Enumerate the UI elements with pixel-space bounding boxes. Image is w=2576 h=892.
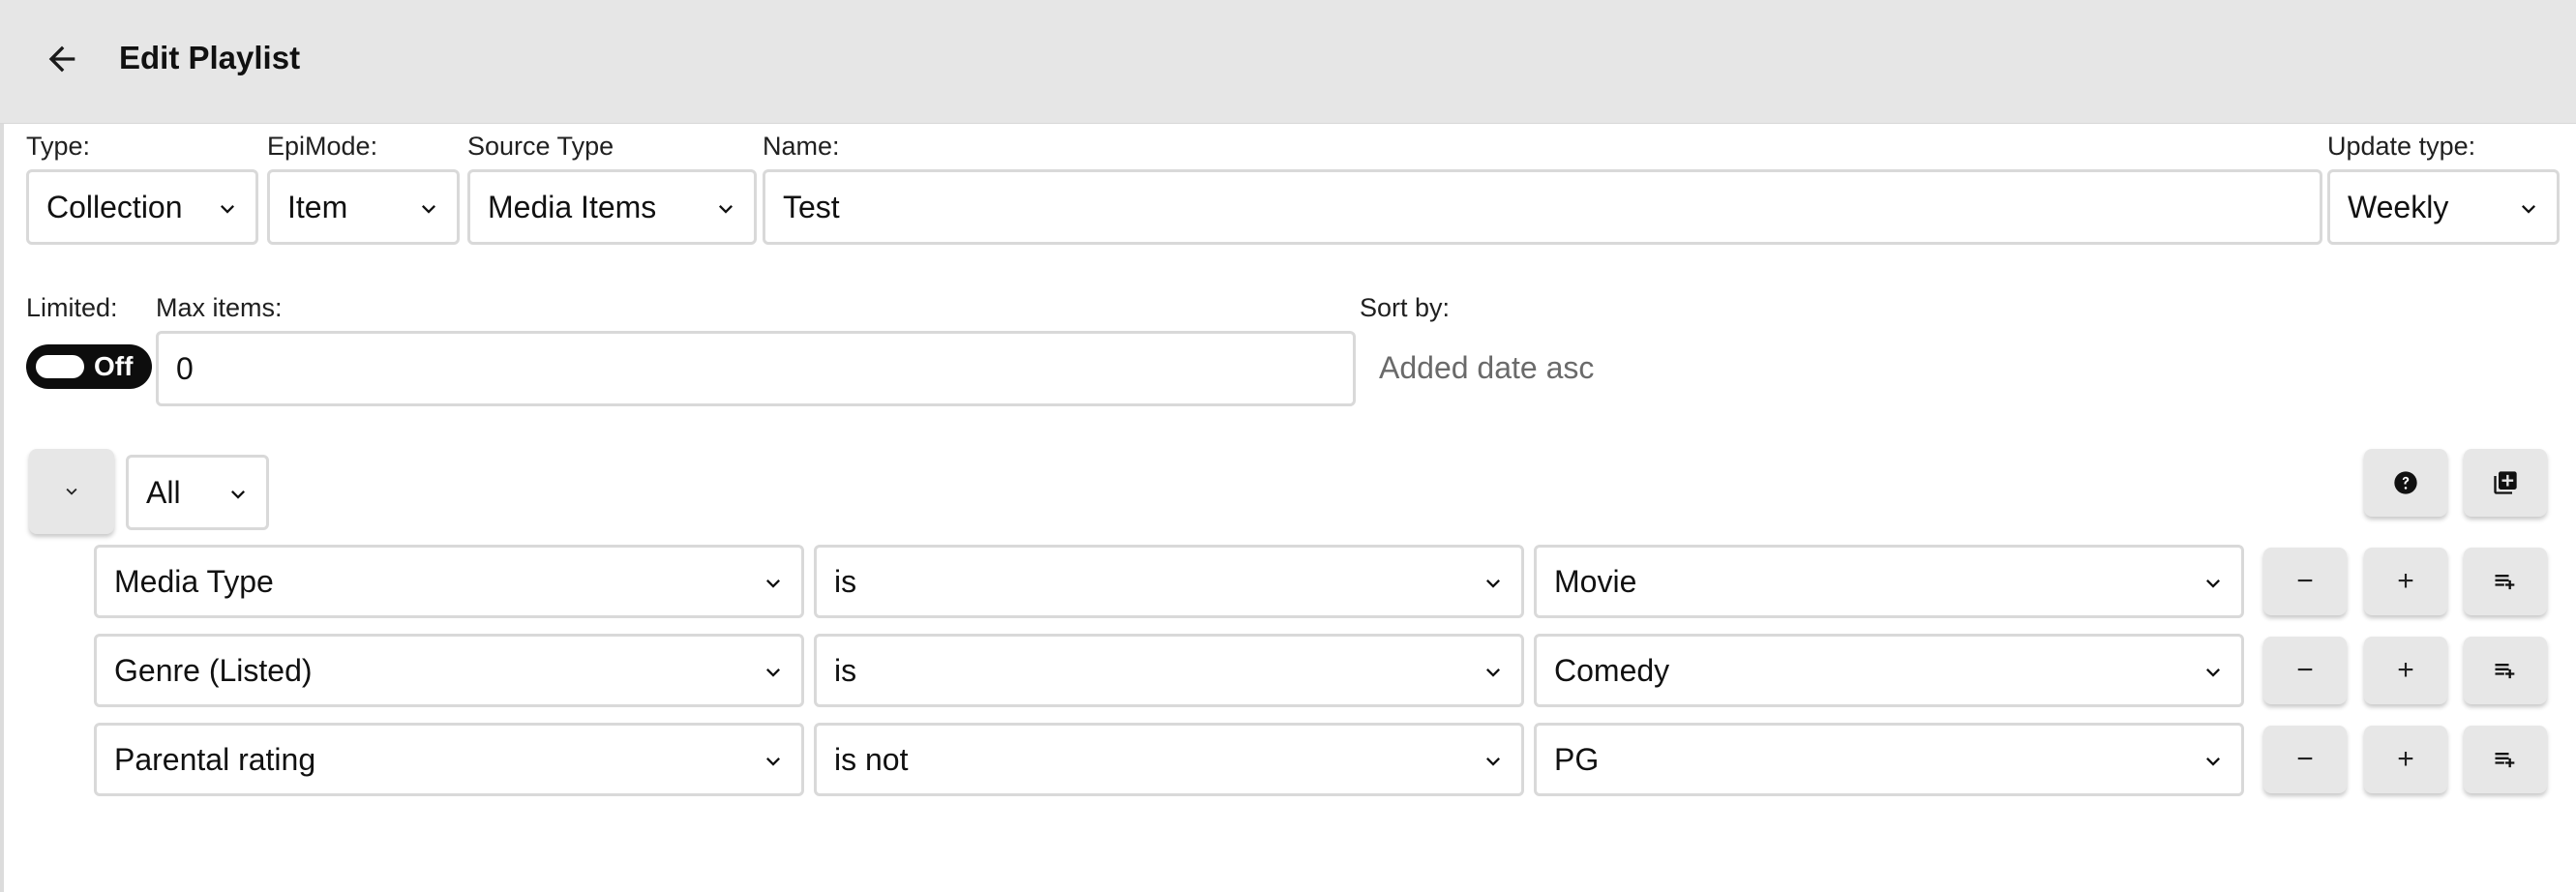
rule-field-value: Genre (Listed)	[114, 652, 313, 688]
remove-rule-button[interactable]: −	[2263, 548, 2347, 615]
source-type-label: Source Type	[467, 132, 614, 161]
rule-operator-value: is	[834, 652, 857, 688]
playlist-add-icon	[2495, 664, 2515, 679]
limited-toggle[interactable]: Off	[26, 344, 152, 389]
rule-operator-value: is not	[834, 741, 909, 777]
chevron-down-icon	[224, 480, 253, 509]
rule-value-value: Movie	[1554, 563, 1637, 599]
plus-icon: +	[2397, 654, 2414, 686]
add-subgroup-button[interactable]	[2464, 548, 2547, 615]
add-rule-button[interactable]: +	[2364, 637, 2447, 704]
update-type-select-value: Weekly	[2348, 189, 2449, 224]
add-subgroup-button[interactable]	[2464, 637, 2547, 704]
toggle-knob	[36, 355, 84, 378]
chevron-down-icon	[213, 194, 242, 223]
rule-operator-select[interactable]: is	[814, 545, 1524, 618]
arrow-left-icon	[48, 45, 75, 73]
epimode-select-value: Item	[287, 189, 348, 224]
playlist-add-icon	[2495, 575, 2515, 590]
chevron-down-icon	[711, 194, 740, 223]
chevron-down-icon	[1479, 569, 1508, 598]
plus-icon: +	[2397, 565, 2414, 597]
minus-icon: −	[2296, 654, 2314, 686]
help-button[interactable]	[2364, 449, 2447, 517]
chevron-down-icon	[66, 488, 77, 495]
name-input[interactable]: Test	[763, 169, 2322, 245]
source-type-select-value: Media Items	[488, 189, 657, 224]
name-input-value: Test	[783, 189, 840, 224]
page-title: Edit Playlist	[119, 40, 301, 75]
rule-value-select[interactable]: Comedy	[1534, 634, 2244, 707]
chevron-down-icon	[1479, 747, 1508, 776]
rule-field-select[interactable]: Genre (Listed)	[94, 634, 804, 707]
library-add-icon	[2494, 471, 2517, 494]
remove-rule-button[interactable]: −	[2263, 637, 2347, 704]
chevron-down-icon	[759, 747, 788, 776]
epimode-label: EpiMode:	[267, 132, 378, 161]
chevron-down-icon	[414, 194, 443, 223]
rule-value-select[interactable]: Movie	[1534, 545, 2244, 618]
rule-value-select[interactable]: PG	[1534, 723, 2244, 796]
minus-icon: −	[2296, 743, 2314, 775]
chevron-down-icon	[2514, 194, 2543, 223]
help-circle-icon	[2394, 471, 2417, 494]
group-match-select[interactable]: All	[126, 455, 269, 530]
app-header: Edit Playlist	[0, 0, 2576, 124]
rule-value-value: Comedy	[1554, 652, 1670, 688]
rule-field-value: Parental rating	[114, 741, 316, 777]
source-type-select[interactable]: Media Items	[467, 169, 757, 245]
chevron-down-icon	[2199, 747, 2228, 776]
sort-by-label: Sort by:	[1360, 293, 1451, 322]
type-select-value: Collection	[46, 189, 183, 224]
chevron-down-icon	[759, 569, 788, 598]
rule-operator-select[interactable]: is	[814, 634, 1524, 707]
collapse-group-button[interactable]	[29, 449, 114, 534]
add-rule-button[interactable]: +	[2364, 726, 2447, 793]
chevron-down-icon	[1479, 658, 1508, 687]
minus-icon: −	[2296, 565, 2314, 597]
type-select[interactable]: Collection	[26, 169, 258, 245]
limited-label: Limited:	[26, 293, 118, 322]
update-type-select[interactable]: Weekly	[2327, 169, 2560, 245]
max-items-label: Max items:	[156, 293, 283, 322]
playlist-add-icon	[2495, 753, 2515, 768]
rule-field-select[interactable]: Media Type	[94, 545, 804, 618]
update-type-label: Update type:	[2327, 132, 2476, 161]
chevron-down-icon	[759, 658, 788, 687]
epimode-select[interactable]: Item	[267, 169, 460, 245]
rule-value-value: PG	[1554, 741, 1600, 777]
name-label: Name:	[763, 132, 840, 161]
edit-playlist-page: Edit Playlist Type: EpiMode: Source Type…	[0, 0, 2576, 892]
back-button[interactable]	[35, 29, 89, 89]
rule-operator-value: is	[834, 563, 857, 599]
add-group-button[interactable]	[2464, 449, 2547, 517]
sort-by-value[interactable]: Added date asc	[1379, 348, 1594, 387]
rule-operator-select[interactable]: is not	[814, 723, 1524, 796]
add-rule-button[interactable]: +	[2364, 548, 2447, 615]
chevron-down-icon	[2199, 658, 2228, 687]
limited-toggle-text: Off	[94, 351, 134, 381]
left-divider	[0, 124, 4, 892]
group-match-value: All	[146, 474, 181, 510]
plus-icon: +	[2397, 743, 2414, 775]
type-label: Type:	[26, 132, 91, 161]
max-items-value: 0	[176, 350, 194, 386]
rule-field-select[interactable]: Parental rating	[94, 723, 804, 796]
rule-field-value: Media Type	[114, 563, 274, 599]
max-items-input[interactable]: 0	[156, 331, 1356, 406]
chevron-down-icon	[2199, 569, 2228, 598]
remove-rule-button[interactable]: −	[2263, 726, 2347, 793]
add-subgroup-button[interactable]	[2464, 726, 2547, 793]
